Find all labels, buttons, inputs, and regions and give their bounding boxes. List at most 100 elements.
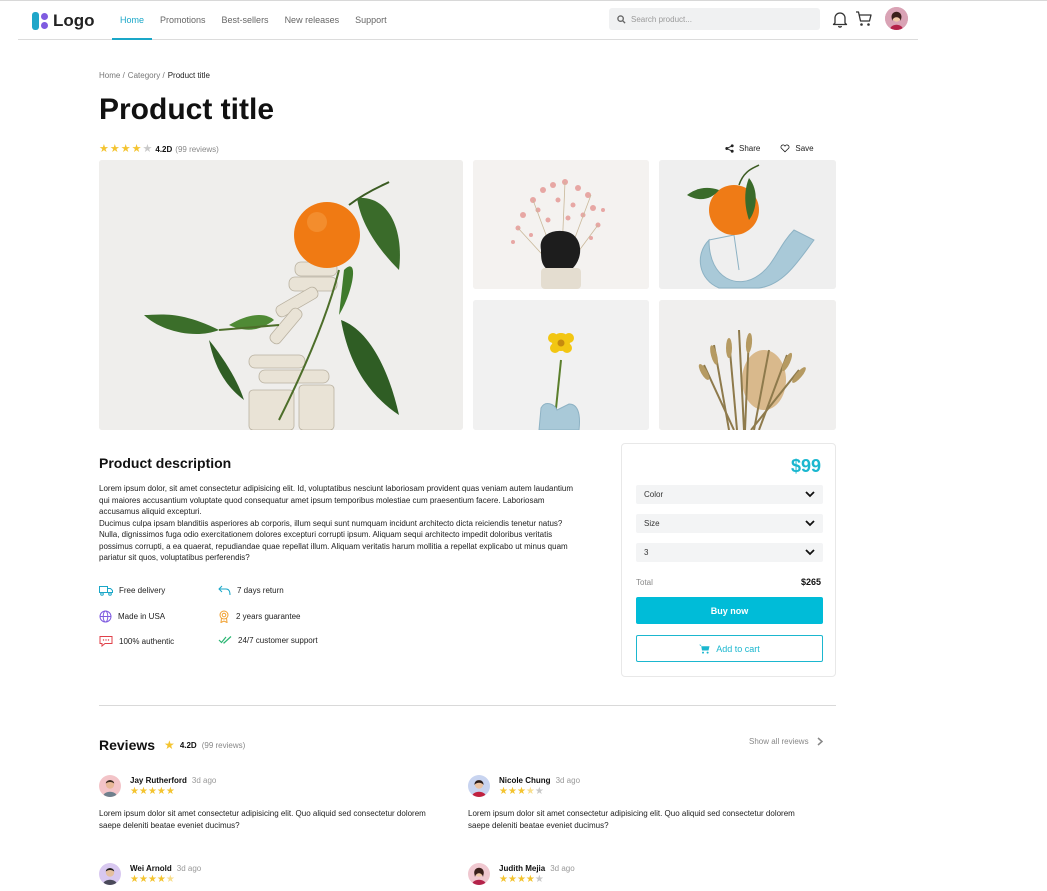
search-input[interactable] <box>631 14 811 24</box>
star-icon: ★ <box>516 874 526 885</box>
cart-icon[interactable] <box>855 10 873 28</box>
feature-free-delivery: Free delivery <box>99 585 165 596</box>
chevron-down-icon <box>805 549 815 556</box>
review-stars: ★ ★ ★ ★ ★ <box>499 875 544 885</box>
color-select[interactable]: Color <box>636 485 823 504</box>
reviews-count: (99 reviews) <box>201 740 246 750</box>
nav-link-new-releases[interactable]: New releases <box>277 1 348 39</box>
total-label: Total <box>636 578 653 587</box>
quantity-select-value: 3 <box>644 548 649 557</box>
buy-now-button[interactable]: Buy now <box>636 597 823 624</box>
chevron-down-icon <box>805 491 815 498</box>
star-icon: ★ <box>534 874 544 885</box>
product-actions: Share Save <box>725 144 814 153</box>
reviews-rating: 4.2D <box>179 740 197 750</box>
review-stars: ★ ★ ★ ★ ★ <box>130 787 175 797</box>
breadcrumb: Home / Category / Product title <box>99 71 210 80</box>
star-icon: ★ <box>131 143 142 155</box>
avatar <box>468 863 490 885</box>
logo-text: Logo <box>53 11 95 30</box>
avatar <box>99 863 121 885</box>
nav-link-support[interactable]: Support <box>347 1 395 39</box>
reviewer-name: Judith Mejia 3d ago <box>499 864 575 873</box>
review-text: Lorem ipsum dolor sit amet consectetur a… <box>468 809 795 830</box>
star-half-icon: ★ <box>165 874 175 885</box>
chevron-down-icon <box>805 520 815 527</box>
search-icon <box>617 14 626 24</box>
heart-icon <box>780 144 790 153</box>
feature-label: 2 years guarantee <box>236 612 301 621</box>
breadcrumb-current: Product title <box>167 71 210 80</box>
review-time: 3d ago <box>555 776 581 785</box>
color-select-value: Color <box>644 490 664 499</box>
logo[interactable]: Logo <box>32 11 95 31</box>
save-button[interactable]: Save <box>780 144 814 153</box>
description-paragraph: Ducimus culpa ipsam blanditiis asperiore… <box>99 518 568 563</box>
reviewer-name: Nicole Chung 3d ago <box>499 776 581 785</box>
gallery-image-3[interactable] <box>473 300 649 430</box>
star-icon: ★ <box>130 874 139 885</box>
share-button[interactable]: Share <box>725 144 760 153</box>
star-icon: ★ <box>147 786 157 797</box>
gallery-image-2[interactable] <box>659 160 836 289</box>
gallery-image-4[interactable] <box>659 300 836 430</box>
review-time: 3d ago <box>550 864 575 873</box>
size-select[interactable]: Size <box>636 514 823 533</box>
total-value: $265 <box>800 577 821 587</box>
star-icon: ★ <box>99 143 109 155</box>
top-navbar: Logo Home Promotions Best-sellers New re… <box>18 1 918 40</box>
product-rating: ★ ★ ★ ★ ★ 4.2D (99 reviews) <box>99 144 219 155</box>
show-all-reviews-link[interactable]: Show all reviews <box>749 737 823 746</box>
size-select-value: Size <box>644 519 660 528</box>
star-icon: ★ <box>138 874 148 885</box>
star-icon: ★ <box>130 786 139 797</box>
feature-label: Made in USA <box>118 612 166 621</box>
star-icon: ★ <box>525 874 535 885</box>
share-label: Share <box>739 144 761 153</box>
reviews-header: Reviews ★ 4.2D (99 reviews) <box>99 737 245 753</box>
chevron-right-icon <box>817 737 823 746</box>
add-to-cart-label: Add to cart <box>716 643 760 654</box>
feature-label: 100% authentic <box>119 636 175 646</box>
breadcrumb-category[interactable]: Category / <box>128 71 165 80</box>
nav-link-promotions[interactable]: Promotions <box>152 1 214 39</box>
feature-return: 7 days return <box>218 585 284 596</box>
avatar <box>99 775 121 797</box>
feature-support: 24/7 customer support <box>218 635 318 645</box>
nav-link-home[interactable]: Home <box>112 1 153 40</box>
feature-made-in-usa: Made in USA <box>99 610 165 623</box>
reviews-heading: Reviews <box>99 737 156 753</box>
purchase-card: $99 Color Size 3 Total $265 Buy now Add … <box>621 443 836 677</box>
rating-value: 4.2D <box>155 145 173 154</box>
rating-stars: ★ ★ ★ ★ ★ <box>99 144 152 155</box>
medal-icon <box>219 610 229 623</box>
review-time: 3d ago <box>191 776 217 785</box>
bell-icon[interactable] <box>831 10 849 28</box>
quantity-select[interactable]: 3 <box>636 543 823 562</box>
feature-guarantee: 2 years guarantee <box>218 610 301 623</box>
review-stars: ★ ★ ★ ★ ★ <box>130 875 175 885</box>
logo-icon <box>32 12 49 30</box>
feature-label: 24/7 customer support <box>238 635 318 645</box>
add-to-cart-button[interactable]: Add to cart <box>636 635 823 662</box>
main-product-image[interactable] <box>99 160 463 430</box>
review-count[interactable]: (99 reviews) <box>175 145 219 154</box>
star-icon: ★ <box>147 874 157 885</box>
star-icon: ★ <box>499 874 508 885</box>
search-box <box>609 8 820 30</box>
star-icon: ★ <box>164 737 175 752</box>
user-avatar[interactable] <box>885 7 908 30</box>
main-menu: Home Promotions Best-sellers New release… <box>112 1 395 40</box>
reviewer-name: Wei Arnold 3d ago <box>130 864 202 873</box>
price: $99 <box>790 456 821 476</box>
star-icon: ★ <box>120 143 131 155</box>
reviewer-name: Jay Rutherford 3d ago <box>130 776 217 785</box>
breadcrumb-home[interactable]: Home / <box>99 71 125 80</box>
chat-icon <box>99 636 113 647</box>
globe-icon <box>99 610 112 623</box>
section-divider <box>99 705 836 706</box>
gallery-image-1[interactable] <box>473 160 649 289</box>
feature-label: Free delivery <box>119 586 166 595</box>
nav-link-best-sellers[interactable]: Best-sellers <box>214 1 277 39</box>
cart-icon <box>699 644 710 654</box>
